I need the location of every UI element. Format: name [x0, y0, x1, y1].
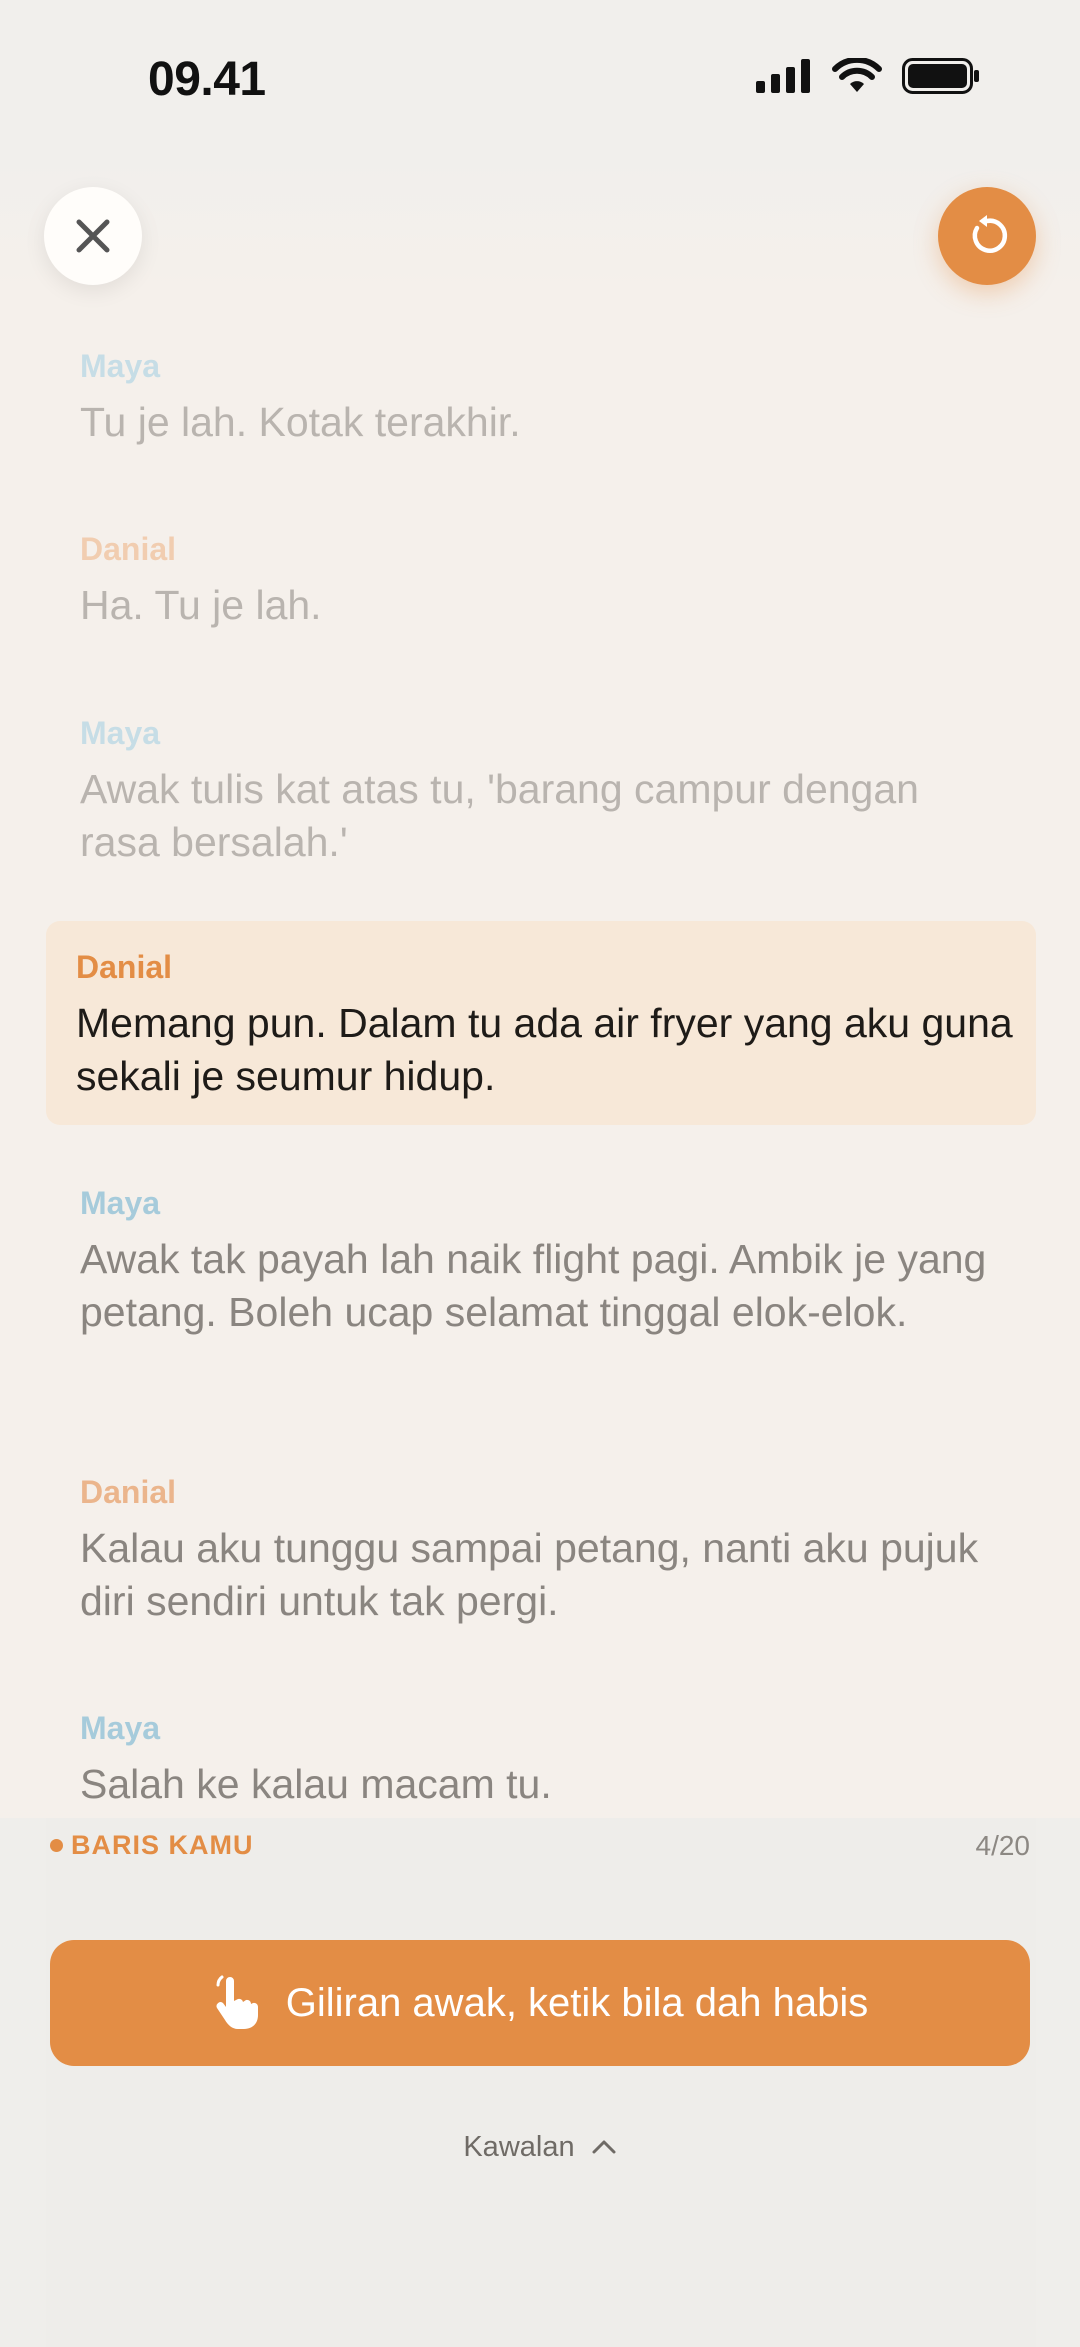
controls-toggle-label: Kawalan — [463, 2130, 575, 2163]
line-text: Ha. Tu je lah. — [80, 582, 322, 628]
wifi-icon — [832, 58, 882, 92]
top-fade — [0, 160, 1080, 290]
close-icon — [76, 219, 110, 253]
line-text: Tu je lah. Kotak terakhir. — [80, 399, 521, 445]
status-bar: 09.41 — [0, 0, 1080, 160]
speaker-name: Maya — [80, 1710, 161, 1746]
your-line-label: BARIS KAMU — [50, 1830, 254, 1861]
active-line: Danial Memang pun. Dalam tu ada air frye… — [46, 921, 1036, 1125]
signal-icon — [756, 59, 810, 93]
status-time: 09.41 — [148, 53, 266, 106]
indicator-dot — [50, 1839, 63, 1852]
speaker-name: Danial — [76, 949, 173, 985]
restart-button[interactable] — [938, 187, 1036, 285]
script-line: Maya Awak tulis kat atas tu, 'barang cam… — [80, 713, 1010, 869]
speaker-name: Maya — [80, 348, 161, 384]
speaker-name: Maya — [80, 1185, 161, 1221]
your-line-text: BARIS KAMU — [71, 1830, 254, 1860]
restart-icon — [972, 215, 1008, 253]
bottom-panel-inner — [46, 1818, 1036, 2347]
battery-icon — [902, 58, 979, 94]
script-line: Danial Kalau aku tunggu sampai petang, n… — [80, 1472, 1010, 1628]
close-button[interactable] — [44, 187, 142, 285]
script-line: Maya Tu je lah. Kotak terakhir. — [80, 346, 1010, 449]
tap-hand-icon — [216, 1975, 258, 2029]
status-icons — [756, 58, 980, 94]
controls-toggle[interactable]: Kawalan — [0, 2130, 1080, 2164]
done-button[interactable]: Giliran awak, ketik bila dah habis — [50, 1940, 1030, 2066]
line-counter: 4/20 — [975, 1830, 1031, 1861]
script-line: Danial Ha. Tu je lah. — [80, 529, 1010, 632]
line-text: Kalau aku tunggu sampai petang, nanti ak… — [80, 1525, 979, 1624]
line-text: Awak tulis kat atas tu, 'barang campur d… — [80, 766, 919, 865]
speaker-name: Maya — [80, 715, 161, 751]
speaker-name: Danial — [80, 531, 177, 567]
line-text: Awak tak payah lah naik flight pagi. Amb… — [80, 1236, 987, 1335]
line-text: Salah ke kalau macam tu. — [80, 1761, 552, 1807]
done-button-label: Giliran awak, ketik bila dah habis — [285, 1980, 869, 2025]
chevron-up-icon — [592, 2140, 616, 2154]
line-text: Memang pun. Dalam tu ada air fryer yang … — [76, 1000, 1013, 1099]
speaker-name: Danial — [80, 1474, 177, 1510]
script-line: Maya Salah ke kalau macam tu. — [80, 1708, 1010, 1811]
script-line: Maya Awak tak payah lah naik flight pagi… — [80, 1183, 1010, 1339]
